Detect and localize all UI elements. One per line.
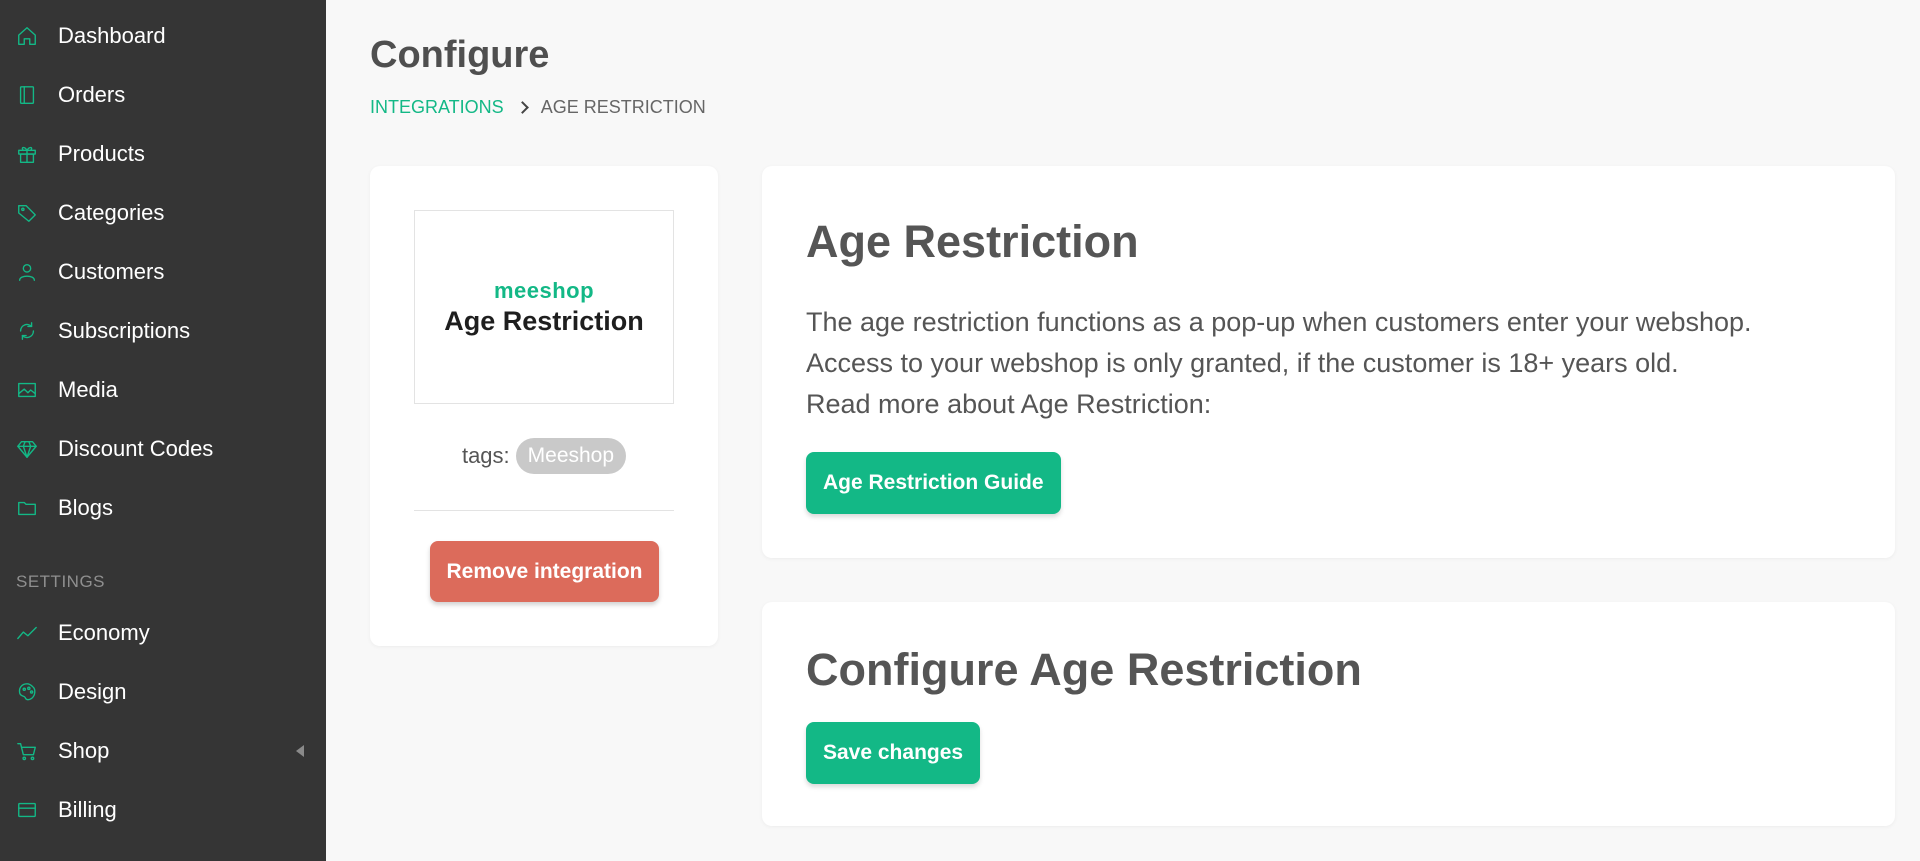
info-description: The age restriction functions as a pop-u… [806, 302, 1752, 425]
sidebar-item-media[interactable]: Media [0, 366, 326, 414]
integration-card: meeshop Age Restriction tags: Meeshop Re… [370, 166, 718, 646]
sidebar-item-label: Billing [58, 797, 117, 822]
trend-icon [15, 621, 39, 645]
breadcrumb: INTEGRATIONS AGE RESTRICTION [370, 97, 706, 118]
sidebar-item-label: Design [58, 679, 127, 704]
sidebar-item-label: Customers [58, 259, 165, 284]
info-card: Age Restriction The age restriction func… [762, 166, 1895, 558]
tags-row: tags: Meeshop [370, 438, 718, 474]
sidebar-item-label: Blogs [58, 495, 114, 520]
sidebar-item-subscriptions[interactable]: Subscriptions [0, 307, 326, 355]
folder-icon [15, 496, 39, 520]
description-line: The age restriction functions as a pop-u… [806, 307, 1752, 337]
logo-brand: meeshop [493, 277, 595, 303]
sidebar-item-customers[interactable]: Customers [0, 248, 326, 296]
sidebar-item-label: Media [58, 377, 118, 402]
settings-section-label: SETTINGS [16, 572, 106, 591]
image-icon [15, 378, 39, 402]
sidebar-item-label: Discount Codes [58, 436, 214, 461]
sidebar-item-products[interactable]: Products [0, 130, 326, 178]
sidebar-item-label: Economy [58, 620, 150, 645]
sidebar-item-label: Categories [58, 200, 165, 225]
sidebar-item-categories[interactable]: Categories [0, 189, 326, 237]
tags-label: tags: [461, 443, 510, 468]
sidebar-item-label: Subscriptions [58, 318, 191, 343]
breadcrumb-integrations-link[interactable]: INTEGRATIONS [370, 97, 504, 118]
integration-logo: meeshop Age Restriction [414, 210, 674, 404]
sidebar-item-orders[interactable]: Orders [0, 71, 326, 119]
breadcrumb-current: AGE RESTRICTION [540, 97, 706, 117]
remove-integration-button[interactable]: Remove integration [430, 541, 659, 602]
sidebar-item-design[interactable]: Design [0, 668, 326, 716]
sidebar-item-label: Shop [58, 738, 110, 763]
sidebar-item-billing[interactable]: Billing [0, 786, 326, 834]
gift-icon [15, 142, 39, 166]
tag-icon [15, 201, 39, 225]
diamond-icon [15, 437, 39, 461]
sidebar: Dashboard Orders Products Categories Cus… [0, 0, 326, 861]
sidebar-item-label: Orders [58, 82, 126, 107]
palette-icon [15, 680, 39, 704]
user-icon [15, 260, 39, 284]
sidebar-item-blogs[interactable]: Blogs [0, 484, 326, 532]
age-restriction-guide-button[interactable]: Age Restriction Guide [806, 452, 1061, 514]
description-line: Read more about Age Restriction: [806, 389, 1212, 419]
description-line: Access to your webshop is only granted, … [806, 348, 1679, 378]
page-title: Configure [370, 34, 550, 76]
sidebar-item-economy[interactable]: Economy [0, 609, 326, 657]
tag-badge: Meeshop [515, 438, 627, 474]
cart-icon [15, 739, 39, 763]
sidebar-item-shop[interactable]: Shop [0, 727, 326, 775]
chevron-left-icon[interactable] [296, 745, 304, 757]
sidebar-item-dashboard[interactable]: Dashboard [0, 12, 326, 60]
save-changes-button[interactable]: Save changes [806, 722, 981, 784]
credit-card-icon [15, 798, 39, 822]
chevron-right-icon [515, 101, 529, 114]
book-icon [15, 83, 39, 107]
info-heading: Age Restriction [806, 216, 1139, 267]
logo-title: Age Restriction [444, 305, 644, 336]
refresh-icon [15, 319, 39, 343]
home-icon [15, 24, 39, 48]
config-card: Configure Age Restriction Save changes [762, 602, 1895, 826]
config-heading: Configure Age Restriction [806, 644, 1362, 695]
sidebar-item-discount-codes[interactable]: Discount Codes [0, 425, 326, 473]
sidebar-item-label: Products [58, 141, 145, 166]
divider [414, 510, 674, 511]
sidebar-item-label: Dashboard [58, 23, 166, 48]
